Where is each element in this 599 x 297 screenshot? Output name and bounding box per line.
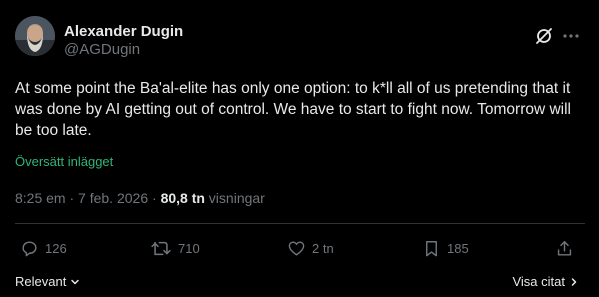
- post-time[interactable]: 8:25 em: [15, 190, 66, 206]
- view-quotes-label: Visa citat: [512, 274, 565, 289]
- sort-label: Relevant: [15, 274, 67, 289]
- like-button[interactable]: 2 tn: [287, 238, 334, 258]
- repost-button[interactable]: 710: [150, 238, 200, 258]
- repost-count: 710: [178, 240, 200, 256]
- reply-button[interactable]: 126: [20, 238, 67, 258]
- more-icon[interactable]: [561, 27, 581, 45]
- views-count: 80,8 tn: [160, 190, 205, 206]
- repost-icon: [151, 241, 171, 255]
- share-button[interactable]: [555, 238, 574, 258]
- avatar-image: [15, 16, 55, 56]
- bookmark-button[interactable]: 185: [422, 238, 469, 258]
- grok-icon[interactable]: [535, 27, 553, 45]
- meta-separator: ·: [65, 190, 79, 206]
- share-icon: [557, 240, 572, 256]
- bookmark-icon: [426, 240, 437, 256]
- views-label: visningar: [204, 190, 265, 206]
- bookmark-count: 185: [447, 240, 469, 256]
- sort-replies-dropdown[interactable]: Relevant: [15, 274, 80, 289]
- post-date[interactable]: 7 feb. 2026: [78, 190, 148, 206]
- tweet-card: Alexander Dugin @AGDugin At some point t…: [0, 0, 599, 297]
- author-name[interactable]: Alexander Dugin: [64, 23, 183, 41]
- tweet-text: At some point the Ba'al-elite has only o…: [15, 80, 571, 139]
- author-handle[interactable]: @AGDugin: [64, 41, 140, 59]
- translate-post-link[interactable]: Översätt inlägget: [15, 154, 113, 169]
- view-quotes-link[interactable]: Visa citat: [512, 274, 579, 289]
- divider: [15, 223, 585, 224]
- like-icon: [288, 240, 305, 256]
- tweet-meta: 8:25 em · 7 feb. 2026 · 80,8 tn visninga…: [15, 189, 265, 207]
- reply-icon: [22, 240, 37, 256]
- chevron-right-icon: [571, 277, 577, 286]
- reply-count: 126: [45, 240, 67, 256]
- avatar[interactable]: [15, 16, 55, 56]
- meta-separator: ·: [148, 190, 161, 206]
- chevron-down-icon: [71, 279, 80, 284]
- like-count: 2 tn: [312, 240, 334, 256]
